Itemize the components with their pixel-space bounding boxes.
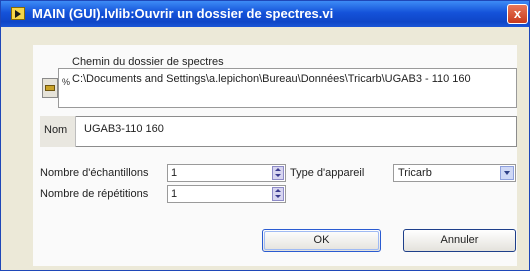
ok-button-label: OK (313, 234, 330, 246)
labview-vi-icon (11, 7, 25, 20)
repetitions-label: Nombre de répétitions (40, 188, 149, 200)
chevron-down-icon[interactable] (500, 166, 514, 180)
folder-icon (45, 85, 55, 91)
repetitions-value: 1 (171, 188, 178, 200)
repetitions-spinner-icon[interactable] (272, 187, 284, 201)
samples-value: 1 (171, 167, 178, 179)
browse-folder-button[interactable] (42, 78, 58, 98)
device-type-value: Tricarb (398, 167, 432, 179)
title-bar[interactable]: MAIN (GUI).lvlib:Ouvrir un dossier de sp… (1, 1, 529, 27)
repetitions-input[interactable]: 1 (167, 185, 286, 203)
samples-label: Nombre d'échantillons (40, 167, 149, 179)
close-icon: x (513, 6, 522, 21)
path-icon: % (62, 77, 71, 87)
samples-spinner-icon[interactable] (272, 166, 284, 180)
ok-button[interactable]: OK (262, 229, 381, 252)
device-type-select[interactable]: Tricarb (393, 164, 516, 182)
path-field[interactable]: % C:\Documents and Settings\a.lepichon\B… (58, 68, 517, 108)
path-value: C:\Documents and Settings\a.lepichon\Bur… (72, 73, 471, 85)
path-label: Chemin du dossier de spectres (72, 56, 224, 68)
close-button[interactable]: x (507, 4, 528, 24)
cancel-button[interactable]: Annuler (403, 229, 516, 252)
name-value: UGAB3-110 160 (84, 123, 164, 135)
name-label: Nom (40, 116, 76, 147)
samples-input[interactable]: 1 (167, 164, 286, 182)
cancel-button-label: Annuler (440, 234, 479, 246)
device-type-label: Type d'appareil (290, 167, 365, 179)
window-title: MAIN (GUI).lvlib:Ouvrir un dossier de sp… (32, 6, 334, 21)
